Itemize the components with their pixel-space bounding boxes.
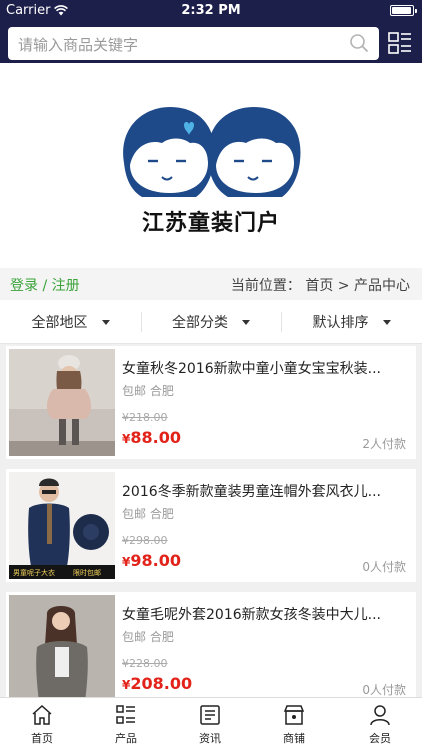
store-icon — [283, 705, 305, 725]
product-item[interactable]: 女童毛呢外套2016新款女孩冬装中大儿... 包邮 合肥 ¥228.00 ¥20… — [6, 592, 416, 705]
product-original-price: ¥228.00 — [122, 657, 168, 670]
chevron-down-icon — [382, 319, 391, 325]
product-sold-count: 0人付款 — [362, 683, 406, 697]
product-price-value: 208.00 — [130, 674, 193, 693]
product-item[interactable]: 男童呢子大衣 限时包邮 2016冬季新款童装男童连帽外套风衣儿... 包邮 合肥… — [6, 469, 416, 582]
brand-name: 江苏童装门户 — [141, 211, 280, 236]
chevron-down-icon — [242, 319, 250, 325]
bottom-tab-bar: 首页 产品 资讯 商铺 会员 — [0, 697, 422, 750]
news-icon — [200, 705, 220, 725]
product-price-value: 98.00 — [130, 551, 181, 570]
list-icon — [116, 705, 135, 724]
current-location: 当前位置： 首页 > 产品中心 — [230, 278, 410, 294]
product-title[interactable]: 女童秋冬2016新款中童小童女宝宝秋装... — [122, 358, 408, 378]
product-shipping: 包邮 合肥 — [122, 630, 174, 644]
product-sold-count: 2人付款 — [362, 437, 406, 451]
product-title[interactable]: 女童毛呢外套2016新款女孩冬装中大儿... — [122, 604, 408, 624]
tab-products-label: 产品 — [115, 732, 137, 745]
top-header: Carrier 2:32 PM 请输入商品关键字 — [0, 0, 422, 63]
battery-icon — [390, 5, 417, 16]
product-banner-left: 男童呢子大衣 — [13, 568, 55, 577]
user-icon — [370, 705, 390, 726]
product-title[interactable]: 2016冬季新款童装男童连帽外套风衣儿... — [122, 481, 408, 501]
tab-news[interactable]: 资讯 — [168, 698, 252, 750]
product-price: ¥98.00 — [122, 551, 181, 570]
product-item[interactable]: 女童秋冬2016新款中童小童女宝宝秋装... 包邮 合肥 ¥218.00 ¥88… — [6, 346, 416, 459]
filter-region-label: 全部地区 — [31, 315, 88, 331]
filter-category-dropdown[interactable]: 全部分类 — [141, 300, 281, 344]
search-input[interactable]: 请输入商品关键字 — [8, 27, 379, 60]
login-register-link[interactable]: 登录 / 注册 — [10, 275, 80, 295]
home-icon — [32, 704, 52, 725]
breadcrumb: 登录 / 注册 当前位置： 首页 > 产品中心 — [0, 268, 422, 300]
tab-store-label: 商铺 — [283, 732, 305, 745]
chevron-down-icon — [101, 319, 110, 325]
tab-news-label: 资讯 — [199, 732, 221, 745]
filter-region-dropdown[interactable]: 全部地区 — [0, 300, 141, 344]
filter-bar: 全部地区 全部分类 默认排序 — [0, 300, 422, 344]
filter-sort-label: 默认排序 — [312, 315, 369, 331]
tab-member-label: 会员 — [369, 732, 391, 745]
status-time: 2:32 PM — [181, 3, 241, 18]
brand-banner: 江苏童装门户 — [0, 63, 422, 268]
tab-member[interactable]: 会员 — [338, 698, 422, 750]
tab-home[interactable]: 首页 — [0, 698, 84, 750]
product-sold-count: 0人付款 — [362, 560, 406, 574]
product-shipping: 包邮 合肥 — [122, 384, 174, 398]
brand-logo — [123, 107, 301, 197]
product-original-price: ¥298.00 — [122, 534, 168, 547]
product-banner-right: 限时包邮 — [73, 568, 101, 577]
product-image[interactable] — [9, 595, 115, 702]
category-menu-icon[interactable] — [387, 30, 413, 56]
product-original-price: ¥218.00 — [122, 411, 168, 424]
filter-sort-dropdown[interactable]: 默认排序 — [281, 300, 422, 344]
filter-category-label: 全部分类 — [172, 315, 228, 331]
product-price: ¥208.00 — [122, 674, 192, 693]
tab-store[interactable]: 商铺 — [252, 698, 336, 750]
product-shipping: 包邮 合肥 — [122, 507, 174, 521]
product-image[interactable] — [9, 349, 115, 456]
search-placeholder: 请输入商品关键字 — [18, 36, 139, 54]
search-icon[interactable] — [349, 33, 369, 53]
product-price: ¥88.00 — [122, 428, 181, 447]
tab-home-label: 首页 — [31, 732, 53, 745]
product-price-value: 88.00 — [130, 428, 181, 447]
product-image[interactable]: 男童呢子大衣 限时包邮 — [9, 472, 115, 579]
status-bar: Carrier 2:32 PM — [0, 0, 422, 21]
tab-products[interactable]: 产品 — [84, 698, 168, 750]
